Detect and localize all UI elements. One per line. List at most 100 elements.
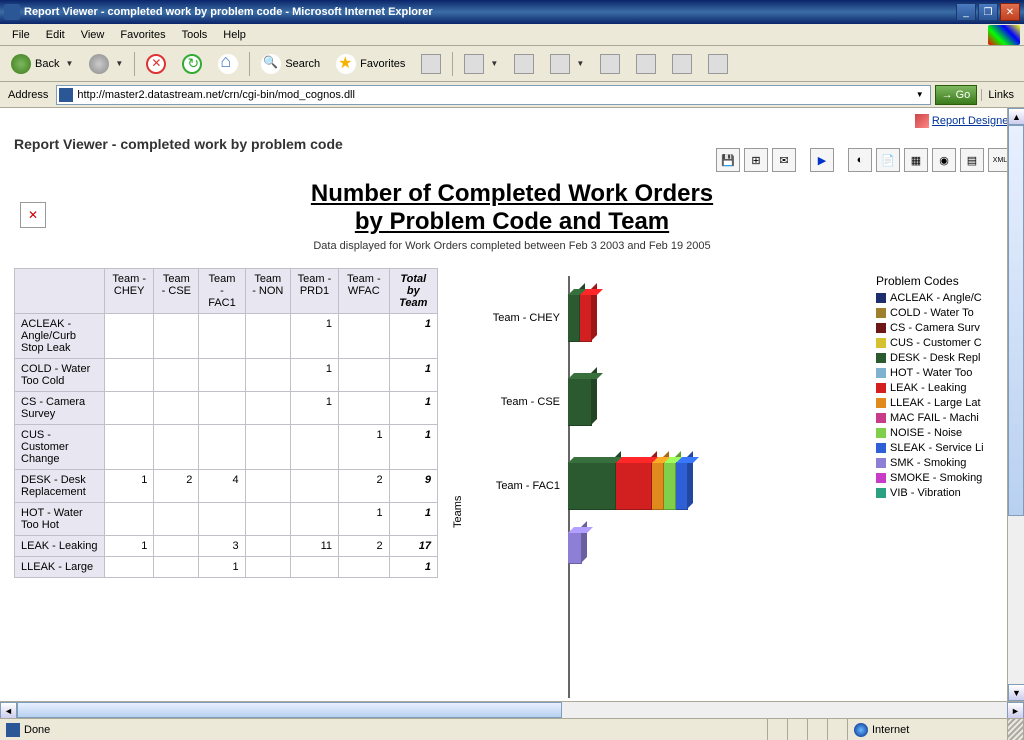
chart-subtitle: Data displayed for Work Orders completed… (0, 240, 1024, 252)
table-cell (245, 470, 290, 503)
scroll-left-button[interactable]: ◄ (0, 702, 17, 719)
edit-button[interactable]: ▼ (543, 50, 591, 78)
table-cell (339, 392, 390, 425)
view-csv-button[interactable]: ◉ (932, 148, 956, 172)
history-button[interactable] (414, 50, 448, 78)
links-label[interactable]: Links (981, 89, 1020, 101)
bar-segment (568, 378, 592, 426)
messenger-button[interactable] (701, 50, 735, 78)
data-table: Team - CHEYTeam - CSETeam - FAC1Team - N… (14, 268, 438, 578)
legend-label: DESK - Desk Repl (890, 352, 980, 364)
column-header: Team - NON (245, 269, 290, 314)
bar-segment (568, 462, 616, 510)
legend-label: COLD - Water To (890, 307, 974, 319)
save-as-button[interactable]: ⊞ (744, 148, 768, 172)
address-input-wrap[interactable]: ▼ (56, 85, 930, 105)
mail-button[interactable]: ▼ (457, 50, 505, 78)
run-button[interactable]: ▶ (810, 148, 834, 172)
scroll-right-button[interactable]: ► (1007, 702, 1024, 719)
minimize-button[interactable]: _ (956, 3, 976, 21)
table-cell: 2 (154, 470, 199, 503)
table-cell: 1 (339, 503, 390, 536)
refresh-button[interactable] (175, 50, 209, 78)
legend-title: Problem Codes (876, 274, 1006, 288)
table-cell: 1 (105, 470, 154, 503)
legend-label: SMK - Smoking (890, 457, 966, 469)
legend: Problem Codes ACLEAK - Angle/CCOLD - Wat… (876, 274, 1006, 502)
table-cell (199, 425, 245, 470)
close-button[interactable]: ✕ (1000, 3, 1020, 21)
home-button[interactable] (211, 50, 245, 78)
scroll-up-button[interactable]: ▲ (1008, 108, 1024, 125)
edit-icon (550, 54, 570, 74)
menu-favorites[interactable]: Favorites (112, 27, 173, 43)
table-cell (105, 557, 154, 578)
report-designer-link[interactable]: Report Designer (915, 114, 1012, 128)
menu-help[interactable]: Help (215, 27, 254, 43)
address-input[interactable] (77, 89, 911, 101)
view-excel-button[interactable]: ▦ (904, 148, 928, 172)
scroll-thumb[interactable] (1008, 125, 1024, 516)
view-pdf-button[interactable]: 📄 (876, 148, 900, 172)
resize-grip[interactable] (1008, 719, 1024, 740)
menu-view[interactable]: View (73, 27, 113, 43)
table-cell (245, 359, 290, 392)
report-toolbar: 💾 ⊞ ✉ ▶ ◐ 📄 ▦ ◉ ▤ XML (716, 148, 1012, 172)
table-cell (245, 536, 290, 557)
scroll-track-h[interactable] (17, 702, 1007, 718)
restore-button[interactable]: ❐ (978, 3, 998, 21)
column-header: Team - WFAC (339, 269, 390, 314)
menu-tools[interactable]: Tools (174, 27, 216, 43)
home-icon (218, 54, 238, 74)
table-cell (154, 557, 199, 578)
table-cell: 1 (290, 314, 338, 359)
horizontal-scrollbar[interactable]: ◄ ► (0, 701, 1024, 718)
scroll-down-button[interactable]: ▼ (1008, 684, 1024, 701)
back-button[interactable]: Back▼ (4, 50, 80, 78)
legend-label: HOT - Water Too (890, 367, 972, 379)
table-cell (199, 314, 245, 359)
total-cell: 1 (389, 359, 437, 392)
vertical-scrollbar[interactable]: ▲ ▼ (1007, 108, 1024, 701)
history-icon (421, 54, 441, 74)
row-header: ACLEAK - Angle/Curb Stop Leak (15, 314, 105, 359)
table-cell (245, 503, 290, 536)
notes-button[interactable] (665, 50, 699, 78)
table-cell (105, 425, 154, 470)
search-button[interactable]: Search (254, 50, 327, 78)
view-options-button[interactable]: ▤ (960, 148, 984, 172)
research-button[interactable] (629, 50, 663, 78)
view-html-button[interactable]: ◐ (848, 148, 872, 172)
menu-file[interactable]: File (4, 27, 38, 43)
print-icon (514, 54, 534, 74)
legend-label: NOISE - Noise (890, 427, 962, 439)
ie-icon (4, 4, 20, 20)
table-cell (154, 314, 199, 359)
table-cell: 11 (290, 536, 338, 557)
go-button[interactable]: → Go (935, 85, 978, 105)
bar-segment (676, 462, 688, 510)
table-cell: 1 (199, 557, 245, 578)
window-title: Report Viewer - completed work by proble… (24, 6, 956, 18)
legend-swatch (876, 308, 886, 318)
status-text: Done (0, 719, 768, 740)
favorites-button[interactable]: Favorites (329, 50, 412, 78)
legend-label: SLEAK - Service Li (890, 442, 984, 454)
legend-swatch (876, 398, 886, 408)
address-dropdown-icon[interactable]: ▼ (912, 90, 928, 99)
menu-edit[interactable]: Edit (38, 27, 73, 43)
table-cell: 3 (199, 536, 245, 557)
email-button[interactable]: ✉ (772, 148, 796, 172)
table-cell (105, 359, 154, 392)
scroll-thumb-h[interactable] (17, 702, 562, 718)
discuss-button[interactable] (593, 50, 627, 78)
legend-item: DESK - Desk Repl (876, 352, 1006, 364)
forward-button[interactable]: ▼ (82, 50, 130, 78)
print-button[interactable] (507, 50, 541, 78)
table-cell: 1 (290, 392, 338, 425)
save-report-button[interactable]: 💾 (716, 148, 740, 172)
table-row: CS - Camera Survey11 (15, 392, 438, 425)
cube-icon (915, 114, 929, 128)
scroll-track[interactable] (1008, 125, 1024, 684)
stop-button[interactable] (139, 50, 173, 78)
